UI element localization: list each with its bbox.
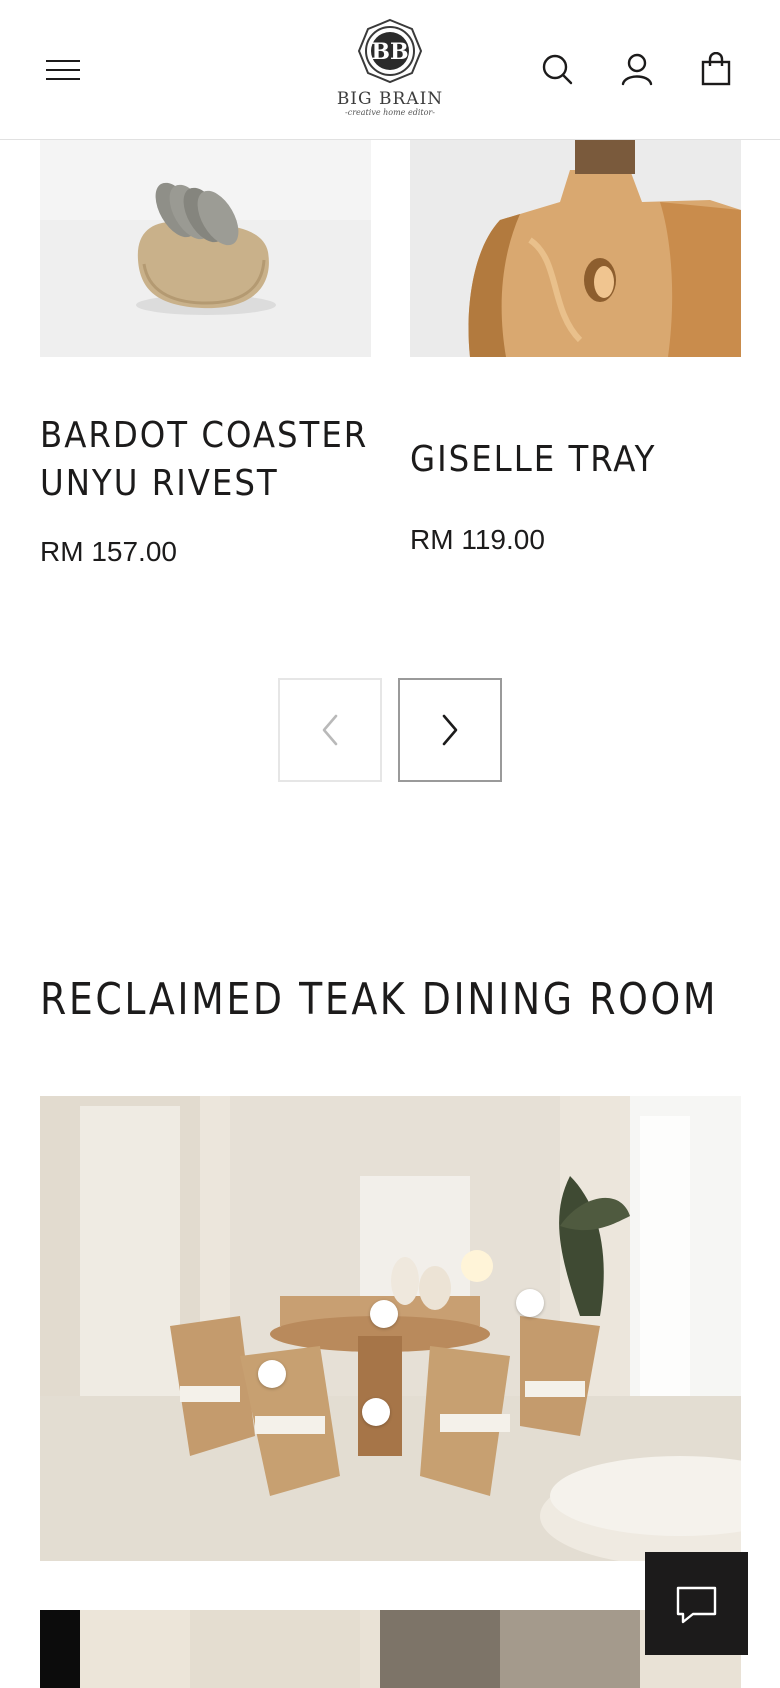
dining-room-photo: [40, 1096, 741, 1561]
carousel-prev-button[interactable]: [278, 678, 382, 782]
lookbook-image: [40, 1096, 741, 1561]
tray-photo: [410, 140, 741, 357]
chat-bubble-icon: [676, 1586, 717, 1624]
logo-monogram-icon: BB: [357, 18, 423, 84]
product-hotspot[interactable]: [362, 1398, 390, 1426]
product-price: RM 157.00: [40, 536, 177, 567]
hamburger-icon-line: [46, 78, 80, 80]
product-image[interactable]: [410, 140, 741, 357]
user-icon[interactable]: [620, 52, 654, 86]
logo-tagline: -creative home editor-: [345, 108, 435, 117]
carousel-next-button[interactable]: [398, 678, 502, 782]
menu-button[interactable]: [46, 58, 80, 82]
product-hotspot[interactable]: [516, 1289, 544, 1317]
hamburger-icon: [46, 60, 80, 62]
interior-photo-partial: [40, 1610, 741, 1688]
product-title-line[interactable]: BARDOT COASTER: [40, 412, 371, 460]
product-card-giselle-tray[interactable]: [410, 140, 741, 357]
lookbook-image-2: [40, 1610, 741, 1688]
chevron-left-icon: [322, 714, 338, 746]
logo-name: BIG BRAIN: [336, 89, 444, 109]
product-card-bardot-coaster[interactable]: [40, 140, 371, 357]
hamburger-icon-line: [46, 69, 80, 71]
product-image[interactable]: [40, 140, 371, 357]
product-title[interactable]: GISELLE TRAY: [410, 436, 741, 484]
brand-logo[interactable]: BB BIG BRAIN -creative home editor-: [335, 18, 445, 122]
search-icon[interactable]: [540, 52, 574, 86]
product-title-line[interactable]: UNYU RIVEST: [40, 460, 371, 508]
product-hotspot[interactable]: [258, 1360, 286, 1388]
product-hotspot[interactable]: [370, 1300, 398, 1328]
chat-button[interactable]: [645, 1552, 748, 1655]
product-price: RM 119.00: [410, 524, 545, 555]
logo-monogram: BB: [371, 39, 408, 65]
chevron-right-icon: [442, 714, 458, 746]
product-title[interactable]: BARDOT COASTER UNYU RIVEST: [40, 412, 371, 508]
coaster-photo: [40, 140, 371, 357]
site-header: BB BIG BRAIN -creative home editor-: [0, 0, 780, 140]
shopping-bag-icon[interactable]: [699, 52, 733, 86]
section-title: RECLAIMED TEAK DINING ROOM: [40, 974, 719, 1025]
